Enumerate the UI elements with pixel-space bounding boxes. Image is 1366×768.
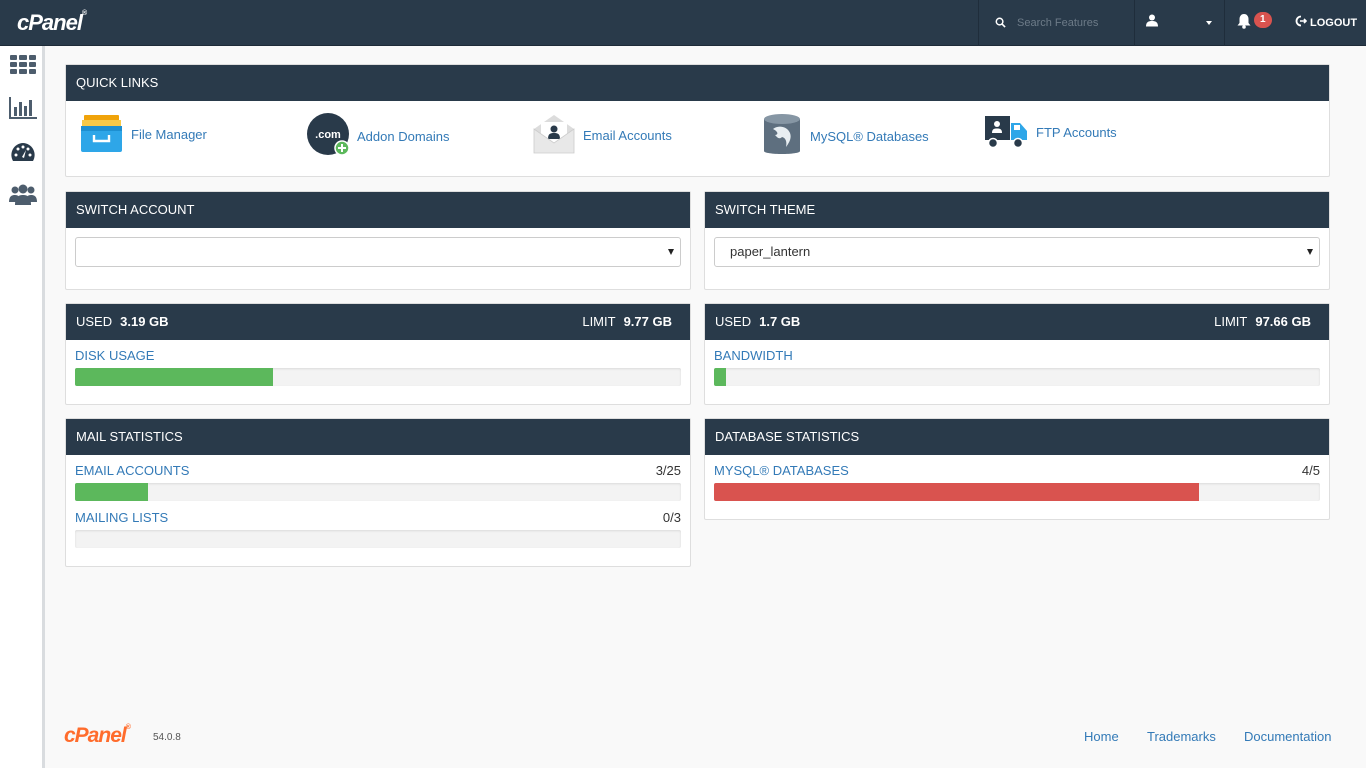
- switch-theme-title: SWITCH THEME: [705, 192, 1329, 228]
- file-manager-label: File Manager: [131, 127, 207, 142]
- mysql-databases-stat-link[interactable]: MYSQL® DATABASES: [714, 463, 849, 478]
- notification-badge: 1: [1254, 12, 1272, 28]
- mail-statistics-panel: MAIL STATISTICS EMAIL ACCOUNTS 3/25 MAIL…: [65, 418, 691, 567]
- addon-domains-icon: .com: [307, 113, 351, 160]
- switch-account-panel: SWITCH ACCOUNT: [65, 191, 691, 290]
- sidebar-users[interactable]: [8, 182, 38, 210]
- grid-icon: [10, 54, 36, 78]
- mysql-databases-fill: [714, 483, 1199, 501]
- quick-links-panel: QUICK LINKS File Manager .com Addon Doma…: [65, 64, 1330, 177]
- notifications[interactable]: 1: [1225, 0, 1285, 46]
- logout-icon: [1295, 15, 1308, 30]
- sidebar-dashboard[interactable]: [8, 140, 38, 168]
- user-icon: [1146, 14, 1158, 30]
- chevron-down-icon: [1206, 21, 1212, 25]
- footer-link-documentation[interactable]: Documentation: [1244, 729, 1331, 744]
- quick-links-title: QUICK LINKS: [66, 65, 1329, 101]
- dashboard-icon: [10, 142, 36, 167]
- search-icon: [995, 16, 1006, 31]
- cpanel-logo[interactable]: cPanel®: [17, 10, 87, 36]
- users-icon: [9, 184, 37, 209]
- mysql-databases-label: MySQL® Databases: [810, 129, 929, 144]
- email-accounts-label: Email Accounts: [583, 128, 672, 143]
- file-manager-icon: [80, 113, 123, 156]
- chart-icon: [9, 96, 37, 122]
- version-number: 54.0.8: [153, 732, 181, 743]
- switch-account-title: SWITCH ACCOUNT: [66, 192, 690, 228]
- disk-limit-value: 9.77 GB: [623, 314, 672, 329]
- dropdown-arrow-icon: [668, 249, 674, 255]
- user-menu[interactable]: [1135, 0, 1225, 46]
- theme-value: paper_lantern: [730, 244, 811, 259]
- mysql-databases-bar: [714, 483, 1320, 501]
- footer-link-home[interactable]: Home: [1084, 729, 1119, 744]
- disk-used-value: 3.19 GB: [120, 314, 169, 329]
- disk-usage-link[interactable]: DISK USAGE: [75, 348, 154, 363]
- bandwidth-used-value: 1.7 GB: [759, 314, 801, 329]
- quick-link-mysql-databases[interactable]: MySQL® Databases: [762, 113, 929, 160]
- bell-icon: [1237, 13, 1251, 32]
- bandwidth-header: USED 1.7 GB LIMIT 97.66 GB: [705, 304, 1329, 340]
- footer-cpanel-logo[interactable]: cPanel®: [64, 724, 131, 748]
- logout-button[interactable]: LOGOUT: [1295, 15, 1357, 30]
- mailing-lists-bar: [75, 530, 681, 548]
- email-accounts-fill: [75, 483, 148, 501]
- disk-usage-bar: [75, 368, 681, 386]
- disk-usage-panel: USED 3.19 GB LIMIT 9.77 GB DISK USAGE: [65, 303, 691, 405]
- switch-theme-panel: SWITCH THEME paper_lantern: [704, 191, 1330, 290]
- email-accounts-count: 3/25: [655, 463, 681, 478]
- mail-statistics-title: MAIL STATISTICS: [66, 419, 690, 455]
- email-accounts-bar: [75, 483, 681, 501]
- svg-text:.com: .com: [315, 129, 341, 141]
- mysql-databases-count: 4/5: [1301, 463, 1320, 478]
- search-input[interactable]: [1017, 13, 1127, 33]
- mysql-databases-icon: [762, 113, 802, 160]
- mailing-lists-count: 0/3: [662, 510, 681, 525]
- email-accounts-icon: [532, 113, 576, 158]
- top-bar: cPanel® 1 LOGOUT: [0, 0, 1366, 46]
- bandwidth-limit-value: 97.66 GB: [1255, 314, 1311, 329]
- ftp-accounts-label: FTP Accounts: [1036, 125, 1117, 140]
- quick-link-addon-domains[interactable]: .com Addon Domains: [307, 113, 450, 160]
- email-accounts-stat-link[interactable]: EMAIL ACCOUNTS: [75, 463, 189, 478]
- mailing-lists-stat-link[interactable]: MAILING LISTS: [75, 510, 168, 525]
- quick-link-file-manager[interactable]: File Manager: [80, 113, 207, 156]
- bandwidth-link[interactable]: BANDWIDTH: [714, 348, 793, 363]
- disk-usage-header: USED 3.19 GB LIMIT 9.77 GB: [66, 304, 690, 340]
- search-features: [978, 0, 1135, 46]
- bandwidth-fill: [714, 368, 726, 386]
- database-statistics-panel: DATABASE STATISTICS MYSQL® DATABASES 4/5: [704, 418, 1330, 520]
- addon-domains-label: Addon Domains: [357, 129, 450, 144]
- switch-theme-select[interactable]: paper_lantern: [714, 237, 1320, 267]
- quick-link-ftp-accounts[interactable]: FTP Accounts: [984, 113, 1117, 152]
- disk-usage-fill: [75, 368, 274, 386]
- database-statistics-title: DATABASE STATISTICS: [705, 419, 1329, 455]
- bandwidth-bar: [714, 368, 1320, 386]
- quick-link-email-accounts[interactable]: Email Accounts: [532, 113, 672, 158]
- bandwidth-panel: USED 1.7 GB LIMIT 97.66 GB BANDWIDTH: [704, 303, 1330, 405]
- dropdown-arrow-icon: [1307, 249, 1313, 255]
- ftp-accounts-icon: [984, 113, 1028, 152]
- sidebar-tools[interactable]: [8, 52, 38, 80]
- sidebar: [0, 46, 45, 768]
- switch-account-select[interactable]: [75, 237, 681, 267]
- sidebar-statistics[interactable]: [8, 95, 38, 123]
- footer-link-trademarks[interactable]: Trademarks: [1147, 729, 1216, 744]
